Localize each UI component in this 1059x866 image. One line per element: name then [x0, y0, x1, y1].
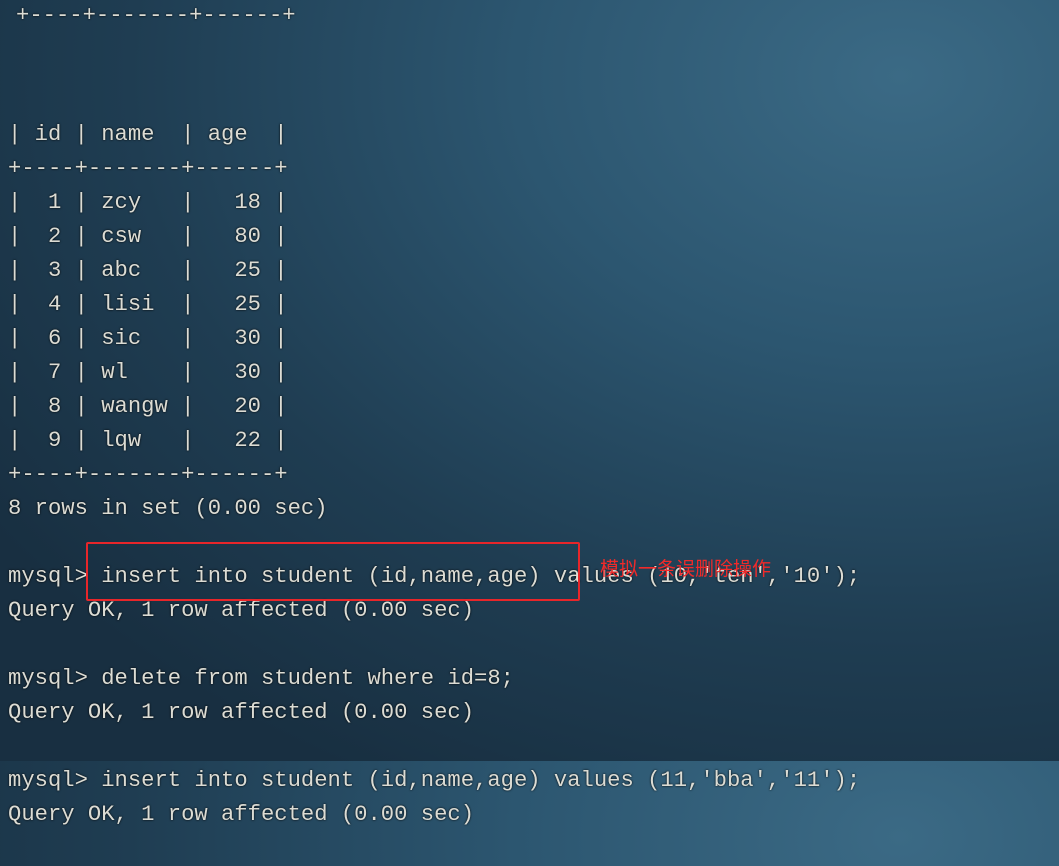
command-line: mysql> delete from student where id=8;	[8, 666, 514, 691]
output-line: | 1 | zcy | 18 |	[8, 190, 288, 215]
output-line: | 2 | csw | 80 |	[8, 224, 288, 249]
output-line: | 6 | sic | 30 |	[8, 326, 288, 351]
output-line: | 7 | wl | 30 |	[8, 360, 288, 385]
output-line: +----+-------+------+	[8, 462, 288, 487]
output-line: | 9 | lqw | 22 |	[8, 428, 288, 453]
output-line: Query OK, 1 row affected (0.00 sec)	[8, 802, 475, 827]
output-line: Query OK, 1 row affected (0.00 sec)	[8, 700, 475, 725]
output-line: | 3 | abc | 25 |	[8, 258, 288, 283]
output-line: | id | name | age |	[8, 122, 288, 147]
output-line: | 8 | wangw | 20 |	[8, 394, 288, 419]
table-top-border: +----+-------+------+	[16, 3, 296, 28]
terminal-output[interactable]: +----+-------+------+ | id | name | age …	[8, 3, 861, 866]
annotation-label: 模拟一条误删除操作	[600, 558, 772, 580]
output-line: +----+-------+------+	[8, 156, 288, 181]
highlight-box	[86, 542, 580, 601]
output-line: 8 rows in set (0.00 sec)	[8, 496, 328, 521]
command-line: mysql> insert into student (id,name,age)…	[8, 768, 861, 793]
output-line: | 4 | lisi | 25 |	[8, 292, 288, 317]
